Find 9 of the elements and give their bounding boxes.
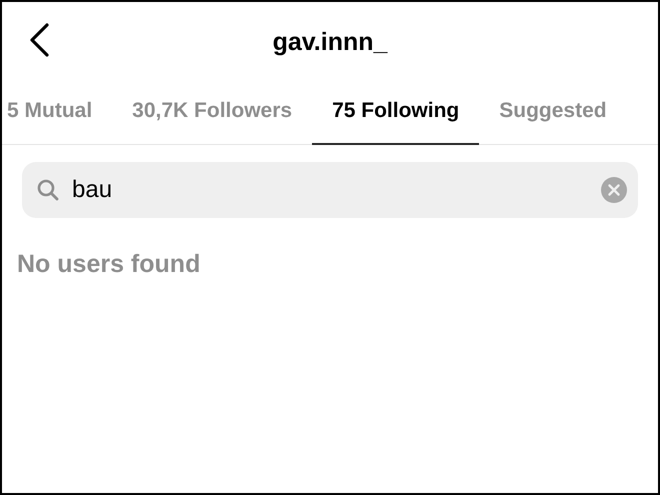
tab[interactable]: 30,7K Followers [112, 78, 312, 145]
empty-message: No users found [16, 249, 202, 280]
search-icon [36, 178, 60, 202]
back-icon[interactable] [28, 23, 50, 57]
tab[interactable]: 75 Following [312, 78, 480, 145]
tab[interactable]: Suggested [479, 78, 627, 145]
tab[interactable]: 5 Mutual [2, 78, 112, 145]
search-field[interactable]: bau [22, 162, 638, 218]
profile-username: gav.innn_ [272, 28, 388, 56]
